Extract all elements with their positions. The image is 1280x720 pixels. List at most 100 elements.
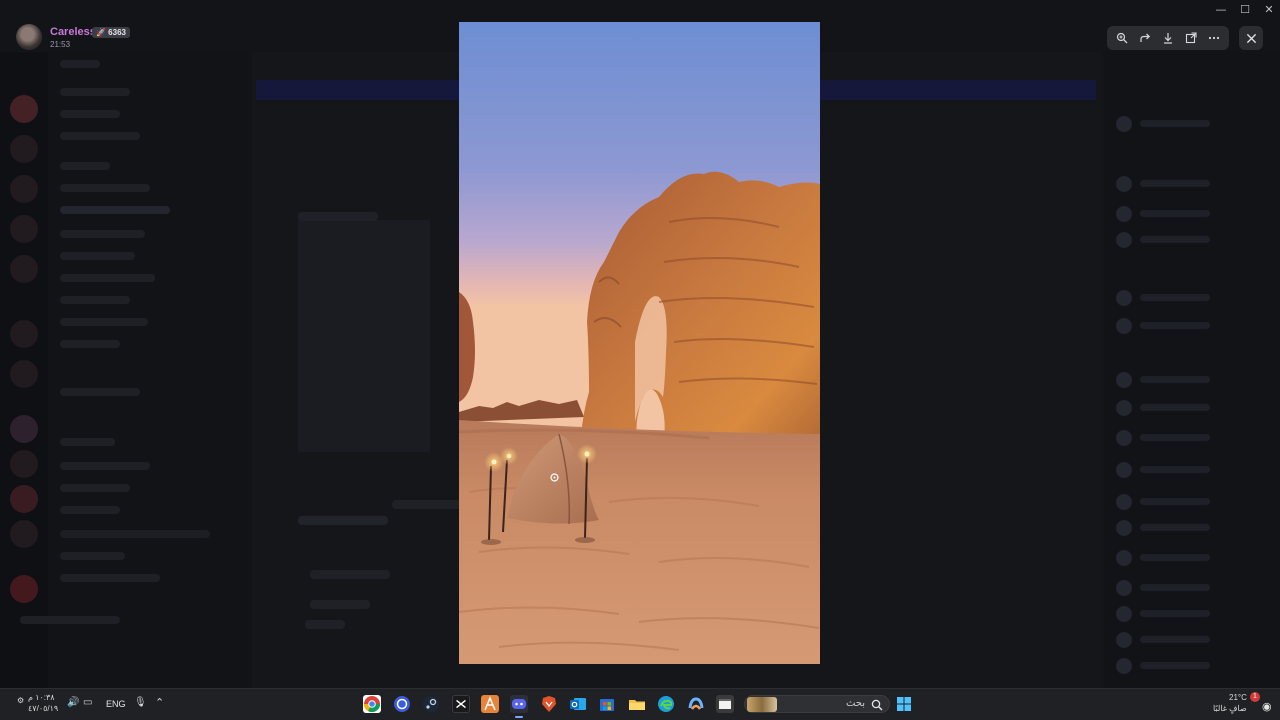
- server-icon: [10, 320, 38, 348]
- channel-list: [48, 52, 248, 688]
- active-app-indicator: [515, 716, 523, 718]
- more-icon[interactable]: [1205, 29, 1223, 47]
- start-icon[interactable]: [895, 695, 913, 713]
- message-timestamp: 21:53: [50, 40, 71, 49]
- message-line: [298, 212, 378, 221]
- media-image[interactable]: [459, 22, 820, 664]
- zoom-cursor-icon: [550, 467, 559, 482]
- channel-row: [60, 318, 148, 326]
- temperature[interactable]: 21°C: [1229, 693, 1247, 702]
- chrome-icon[interactable]: [363, 695, 381, 713]
- server-icon: [10, 360, 38, 388]
- member-row: [1116, 400, 1236, 416]
- search-placeholder: بحث: [845, 698, 865, 709]
- member-row: [1116, 520, 1236, 536]
- forward-icon[interactable]: [1136, 29, 1154, 47]
- member-row: [1116, 494, 1236, 510]
- server-icon: [10, 175, 38, 203]
- server-icon: [10, 415, 38, 443]
- member-row: [1116, 232, 1236, 248]
- channel-row: [60, 484, 130, 492]
- server-icon: [10, 485, 38, 513]
- channel-row: [60, 110, 120, 118]
- user-panel: [20, 616, 120, 624]
- microphone-icon[interactable]: 🎙: [134, 697, 147, 708]
- maximize-button[interactable]: ☐: [1236, 3, 1254, 17]
- media-toolbar: [1107, 26, 1229, 50]
- member-row: [1116, 632, 1236, 648]
- terminal-icon[interactable]: [716, 695, 734, 713]
- app-a-icon[interactable]: [481, 695, 499, 713]
- member-row: [1116, 430, 1236, 446]
- member-row: [1116, 206, 1236, 222]
- server-icon: [10, 215, 38, 243]
- volume-icon[interactable]: 🔊: [67, 697, 79, 708]
- channel-row: [60, 252, 135, 260]
- author-badge: 🚀 6363: [92, 27, 130, 38]
- channel-row: [60, 388, 140, 396]
- discord-icon[interactable]: [510, 695, 528, 713]
- channel-row: [60, 552, 125, 560]
- search-icon: [871, 699, 883, 711]
- explorer-icon[interactable]: [628, 695, 646, 713]
- channel-row: [60, 506, 120, 514]
- message-line: [298, 516, 388, 525]
- clock-time[interactable]: ١٠:٣٨ م: [28, 693, 55, 702]
- clock-date[interactable]: ٤٧/٠٥/١٩: [28, 704, 58, 713]
- weather-icon[interactable]: ◉: [1262, 700, 1272, 713]
- search-highlight-thumbnail: [747, 697, 777, 712]
- open-external-icon[interactable]: [1182, 29, 1200, 47]
- channel-row: [60, 574, 160, 582]
- channel-row: [60, 88, 130, 96]
- channel-row: [60, 296, 130, 304]
- obs-icon[interactable]: [393, 695, 411, 713]
- edge-icon[interactable]: [657, 695, 675, 713]
- channel-row: [60, 274, 155, 282]
- copilot-icon[interactable]: [687, 695, 705, 713]
- channel-row: [60, 230, 145, 238]
- window-close-button[interactable]: ✕: [1260, 3, 1278, 17]
- channel-row: [60, 438, 115, 446]
- channel-row: [60, 340, 120, 348]
- store-icon[interactable]: [598, 695, 616, 713]
- channel-row: [60, 60, 100, 68]
- steam-icon[interactable]: [422, 695, 440, 713]
- member-row: [1116, 290, 1236, 306]
- channel-row: [60, 530, 210, 538]
- brave-icon[interactable]: [540, 695, 558, 713]
- member-row: [1116, 372, 1236, 388]
- message-line: [305, 620, 345, 629]
- notification-tray-icon[interactable]: ⚙: [17, 696, 24, 705]
- member-row: [1116, 550, 1236, 566]
- close-icon: [1246, 33, 1256, 43]
- network-icon[interactable]: ▭: [83, 697, 92, 708]
- chevron-up-icon[interactable]: ⌃: [155, 696, 164, 709]
- capcut-icon[interactable]: [452, 695, 470, 713]
- message-line: [310, 600, 370, 609]
- server-icon: [10, 450, 38, 478]
- download-icon[interactable]: [1159, 29, 1177, 47]
- message-line: [392, 500, 462, 509]
- avatar[interactable]: [16, 24, 42, 50]
- member-row: [1116, 658, 1236, 674]
- author-name[interactable]: Careless: [50, 26, 96, 38]
- notification-badge: 1: [1250, 692, 1260, 702]
- channel-row: [60, 462, 150, 470]
- taskbar-search[interactable]: بحث: [744, 695, 890, 713]
- channel-row: [60, 206, 170, 214]
- weather-condition[interactable]: صافٍ غالبًا: [1213, 704, 1247, 713]
- zoom-icon[interactable]: [1113, 29, 1131, 47]
- channel-row: [60, 132, 140, 140]
- server-icon: [10, 575, 38, 603]
- server-icon: [10, 95, 38, 123]
- member-row: [1116, 580, 1236, 596]
- language-indicator[interactable]: ENG: [106, 699, 126, 709]
- member-row: [1116, 176, 1236, 192]
- minimize-button[interactable]: —: [1212, 3, 1230, 17]
- server-icon: [10, 255, 38, 283]
- channel-row: [60, 184, 150, 192]
- member-row: [1116, 462, 1236, 478]
- outlook-icon[interactable]: [569, 695, 587, 713]
- close-viewer-button[interactable]: [1239, 26, 1263, 50]
- server-icon: [10, 135, 38, 163]
